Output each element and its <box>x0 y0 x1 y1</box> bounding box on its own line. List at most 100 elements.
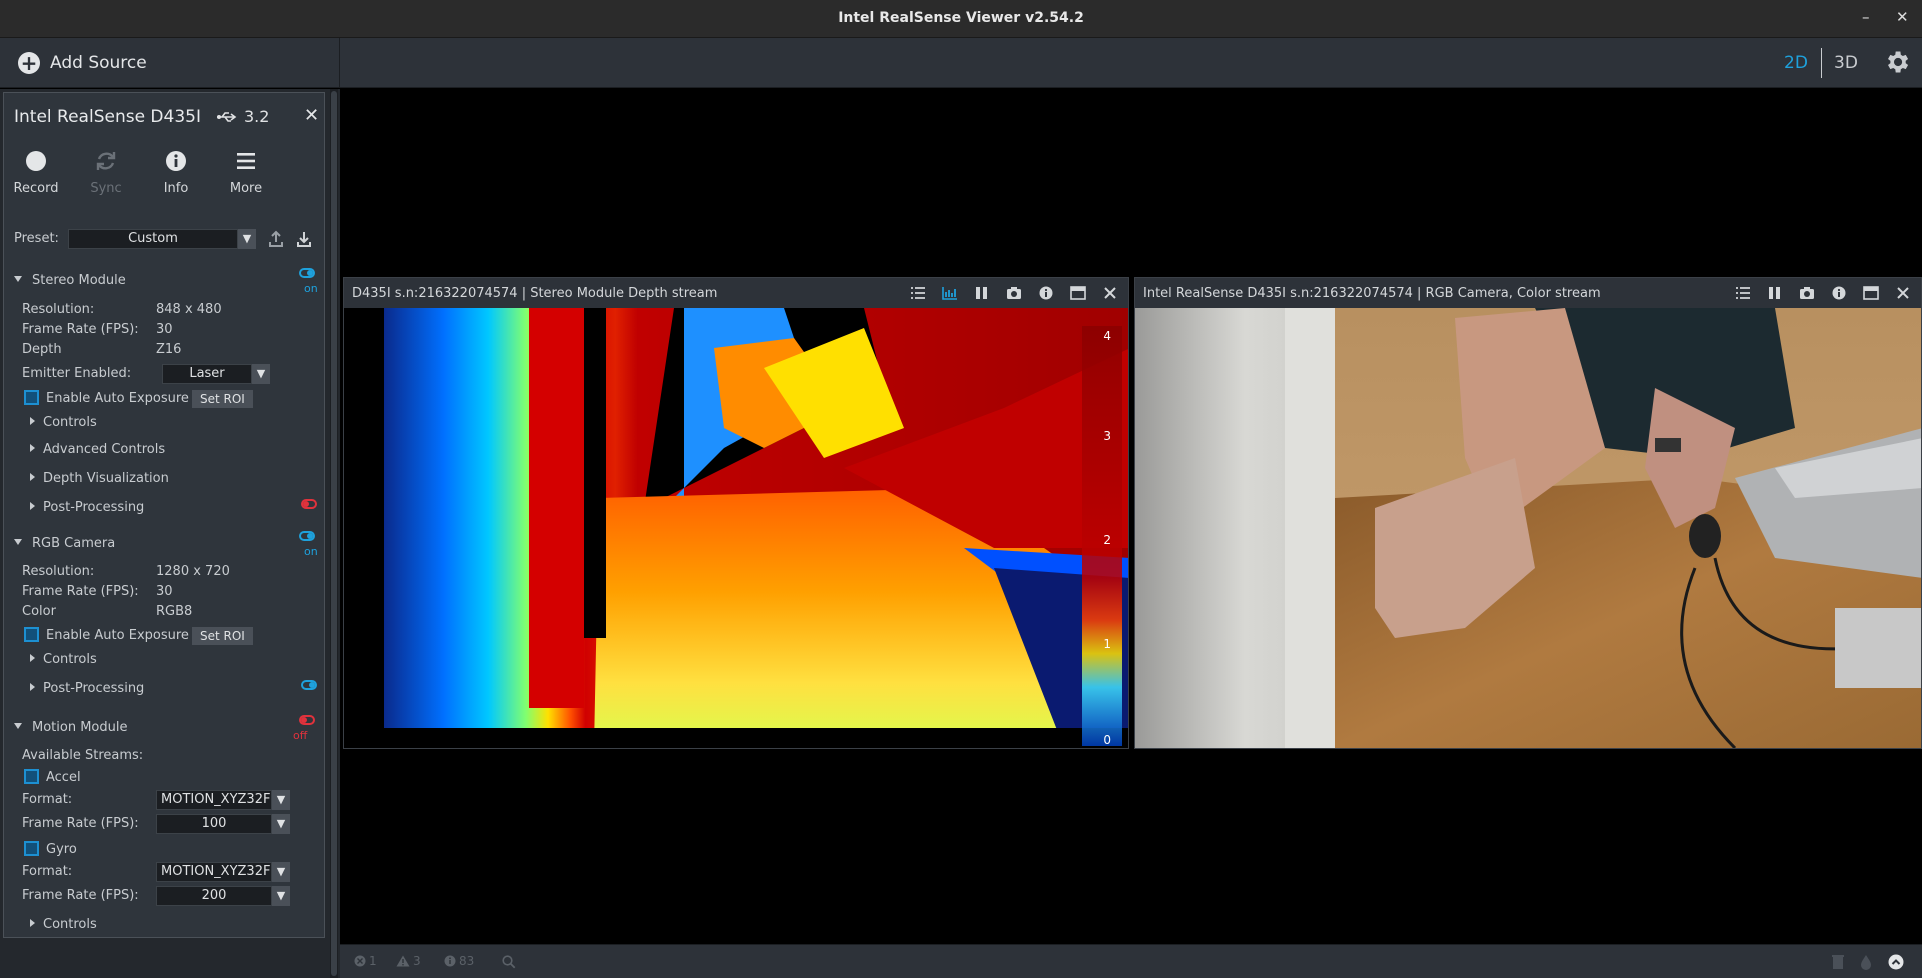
emitter-select[interactable]: Laser <box>162 364 252 384</box>
add-source-button[interactable]: + Add Source <box>0 38 340 88</box>
info-button[interactable]: Info <box>144 147 208 196</box>
emitter-dropdown-arrow[interactable]: ▼ <box>252 364 270 384</box>
advanced-controls-section[interactable]: Advanced Controls <box>30 442 165 457</box>
device-sidebar: Intel RealSense D435I 3.2 ✕ Record Sync … <box>0 89 340 978</box>
preset-dropdown-arrow[interactable]: ▼ <box>238 229 256 249</box>
accel-format-select[interactable]: MOTION_XYZ32F <box>156 790 272 810</box>
motion-module-header[interactable]: Motion Module <box>14 720 127 735</box>
trash-icon[interactable] <box>1832 954 1844 970</box>
rgb-set-roi-button[interactable]: Set ROI <box>192 627 253 645</box>
info-icon <box>444 955 456 967</box>
rgb-resolution-value[interactable]: 1280 x 720 <box>156 564 230 579</box>
gyro-fps-select[interactable]: 200 <box>156 886 272 906</box>
pause-icon[interactable] <box>972 284 992 302</box>
gyro-label: Gyro <box>46 842 77 857</box>
gyro-format-select[interactable]: MOTION_XYZ32F <box>156 862 272 882</box>
gyro-format-label: Format: <box>22 864 73 879</box>
info-icon[interactable] <box>1829 284 1849 302</box>
accel-fps-dropdown-arrow[interactable]: ▼ <box>272 814 290 834</box>
camera-icon[interactable] <box>1797 284 1817 302</box>
gyro-checkbox[interactable] <box>24 841 39 856</box>
stereo-module-header[interactable]: Stereo Module <box>14 273 126 288</box>
rgb-post-processing-section[interactable]: Post-Processing <box>30 681 144 696</box>
motion-controls-section[interactable]: Controls <box>30 917 97 932</box>
stereo-fps-label: Frame Rate (FPS): <box>22 322 139 337</box>
depth-scale-label-2: 2 <box>1103 533 1111 547</box>
device-panel: Intel RealSense D435I 3.2 ✕ Record Sync … <box>3 92 325 938</box>
pause-icon[interactable] <box>1765 284 1785 302</box>
motion-toggle[interactable] <box>299 715 315 725</box>
close-window-button[interactable]: ✕ <box>1896 8 1909 26</box>
mode-3d-button[interactable]: 3D <box>1834 53 1858 73</box>
info-icon <box>166 151 186 171</box>
download-icon[interactable] <box>296 230 312 248</box>
depth-scale-label-1: 1 <box>1103 637 1111 651</box>
stereo-depth-value[interactable]: Z16 <box>156 342 181 357</box>
search-icon[interactable] <box>502 955 516 969</box>
minimize-button[interactable]: – <box>1862 8 1870 26</box>
stereo-set-roi-button[interactable]: Set ROI <box>192 390 253 408</box>
depth-scale-label-4: 4 <box>1103 329 1111 343</box>
drop-icon[interactable] <box>1860 954 1872 970</box>
accel-format-dropdown-arrow[interactable]: ▼ <box>272 790 290 810</box>
more-label: More <box>229 181 263 196</box>
depth-scale-label-3: 3 <box>1103 429 1111 443</box>
maximize-icon[interactable] <box>1068 284 1088 302</box>
metadata-list-icon[interactable] <box>1733 284 1753 302</box>
close-device-button[interactable]: ✕ <box>304 105 319 126</box>
stereo-toggle[interactable] <box>299 268 315 278</box>
preset-select[interactable]: Custom <box>68 229 238 249</box>
metadata-list-icon[interactable] <box>908 284 928 302</box>
stereo-depth-label: Depth <box>22 342 62 357</box>
camera-icon[interactable] <box>1004 284 1024 302</box>
motion-controls-label: Controls <box>43 917 97 932</box>
rgb-camera-header[interactable]: RGB Camera <box>14 536 115 551</box>
rgb-fps-value[interactable]: 30 <box>156 584 173 599</box>
rgb-state: on <box>304 545 318 558</box>
accel-fps-select[interactable]: 100 <box>156 814 272 834</box>
advanced-controls-label: Advanced Controls <box>43 442 166 457</box>
top-toolbar: + Add Source 2D 3D <box>0 38 1922 88</box>
rgb-camera-title: RGB Camera <box>32 536 116 551</box>
warnings-counter[interactable]: 3 <box>396 954 421 968</box>
mode-2d-button[interactable]: 2D <box>1784 53 1808 73</box>
stereo-auto-exposure-checkbox[interactable] <box>24 390 39 405</box>
accel-checkbox[interactable] <box>24 769 39 784</box>
color-stream-header: Intel RealSense D435I s.n:216322074574 |… <box>1135 278 1921 308</box>
rgb-color-value[interactable]: RGB8 <box>156 604 192 619</box>
color-camera-image <box>1135 308 1921 748</box>
gyro-format-dropdown-arrow[interactable]: ▼ <box>272 862 290 882</box>
rgb-post-processing-toggle[interactable] <box>301 680 317 690</box>
histogram-icon[interactable] <box>940 284 960 302</box>
more-button[interactable]: More <box>214 147 278 196</box>
add-source-label: Add Source <box>50 53 147 73</box>
sync-button[interactable]: Sync <box>74 147 138 196</box>
gear-icon[interactable] <box>1883 48 1911 76</box>
depth-visualization-section[interactable]: Depth Visualization <box>30 471 169 486</box>
expand-log-icon[interactable] <box>1888 954 1904 970</box>
color-image[interactable] <box>1135 308 1921 748</box>
rgb-toggle[interactable] <box>299 531 315 541</box>
stereo-post-processing-section[interactable]: Post-Processing <box>30 500 144 515</box>
close-stream-icon[interactable] <box>1893 284 1913 302</box>
stereo-auto-exposure-label: Enable Auto Exposure <box>46 391 189 406</box>
stereo-post-processing-toggle[interactable] <box>301 499 317 509</box>
stereo-resolution-value[interactable]: 848 x 480 <box>156 302 222 317</box>
upload-icon[interactable] <box>268 230 284 248</box>
depth-image[interactable]: 4 3 2 1 0 <box>344 308 1128 748</box>
errors-counter[interactable]: 1 <box>354 954 377 968</box>
record-button[interactable]: Record <box>4 147 68 196</box>
rgb-controls-section[interactable]: Controls <box>30 652 97 667</box>
window-title: Intel RealSense Viewer v2.54.2 <box>838 10 1084 26</box>
gyro-fps-dropdown-arrow[interactable]: ▼ <box>272 886 290 906</box>
close-stream-icon[interactable] <box>1100 284 1120 302</box>
info-counter[interactable]: 83 <box>444 954 474 968</box>
stereo-resolution-label: Resolution: <box>22 302 95 317</box>
info-icon[interactable] <box>1036 284 1056 302</box>
stereo-fps-value[interactable]: 30 <box>156 322 173 337</box>
maximize-icon[interactable] <box>1861 284 1881 302</box>
depth-colormap-image: 4 3 2 1 0 <box>344 308 1128 748</box>
stereo-controls-section[interactable]: Controls <box>30 415 97 430</box>
sidebar-scrollbar[interactable] <box>330 89 338 978</box>
rgb-auto-exposure-checkbox[interactable] <box>24 627 39 642</box>
